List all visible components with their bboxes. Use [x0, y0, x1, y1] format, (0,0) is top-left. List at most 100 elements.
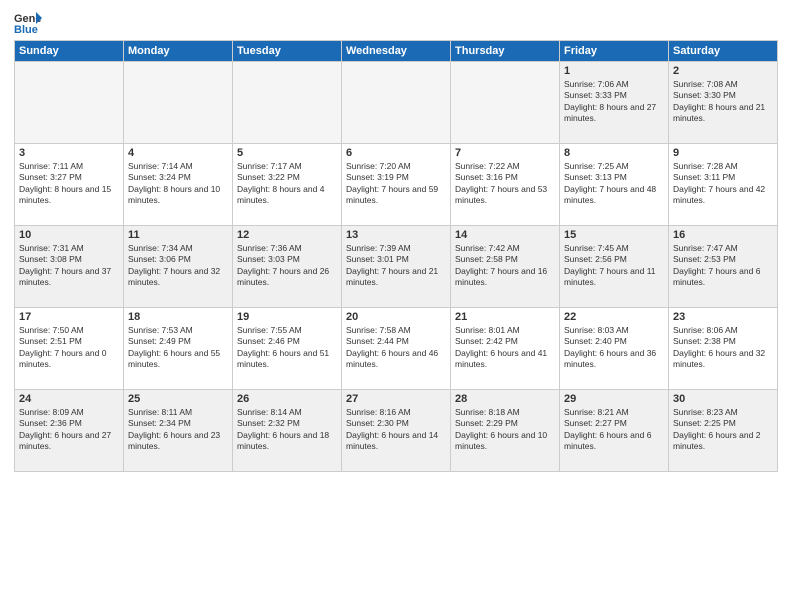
- calendar-cell: 13 Sunrise: 7:39 AM Sunset: 3:01 PM Dayli…: [342, 226, 451, 308]
- weekday-header-row: SundayMondayTuesdayWednesdayThursdayFrid…: [15, 41, 778, 62]
- page: General Blue SundayMondayTuesdayWednesda…: [0, 0, 792, 612]
- day-number: 24: [19, 393, 119, 405]
- day-info: Sunrise: 8:16 AM Sunset: 2:30 PM Dayligh…: [346, 407, 446, 453]
- day-info: Sunrise: 8:11 AM Sunset: 2:34 PM Dayligh…: [128, 407, 228, 453]
- week-row: 17 Sunrise: 7:50 AM Sunset: 2:51 PM Dayli…: [15, 308, 778, 390]
- day-number: 27: [346, 393, 446, 405]
- week-row: 3 Sunrise: 7:11 AM Sunset: 3:27 PM Daylig…: [15, 144, 778, 226]
- day-number: 8: [564, 147, 664, 159]
- day-number: 11: [128, 229, 228, 241]
- calendar-cell: 5 Sunrise: 7:17 AM Sunset: 3:22 PM Daylig…: [233, 144, 342, 226]
- header: General Blue: [14, 10, 778, 34]
- calendar-cell: 27 Sunrise: 8:16 AM Sunset: 2:30 PM Dayli…: [342, 390, 451, 472]
- day-info: Sunrise: 8:14 AM Sunset: 2:32 PM Dayligh…: [237, 407, 337, 453]
- weekday-header: Friday: [560, 41, 669, 62]
- day-number: 20: [346, 311, 446, 323]
- calendar-cell: 16 Sunrise: 7:47 AM Sunset: 2:53 PM Dayli…: [669, 226, 778, 308]
- calendar-cell: 2Sunrise: 7:08 AM Sunset: 3:30 PM Daylig…: [669, 62, 778, 144]
- calendar-cell: 11 Sunrise: 7:34 AM Sunset: 3:06 PM Dayli…: [124, 226, 233, 308]
- day-info: Sunrise: 8:09 AM Sunset: 2:36 PM Dayligh…: [19, 407, 119, 453]
- day-number: 9: [673, 147, 773, 159]
- day-info: Sunrise: 7:28 AM Sunset: 3:11 PM Dayligh…: [673, 161, 773, 207]
- day-info: Sunrise: 7:20 AM Sunset: 3:19 PM Dayligh…: [346, 161, 446, 207]
- calendar-cell: 30 Sunrise: 8:23 AM Sunset: 2:25 PM Dayli…: [669, 390, 778, 472]
- logo-icon: General Blue: [14, 10, 42, 34]
- calendar-cell: 1 Sunrise: 7:06 AM Sunset: 3:33 PM Daylig…: [560, 62, 669, 144]
- day-info: Sunrise: 7:17 AM Sunset: 3:22 PM Dayligh…: [237, 161, 337, 207]
- day-number: 29: [564, 393, 664, 405]
- calendar-cell: 4 Sunrise: 7:14 AM Sunset: 3:24 PM Daylig…: [124, 144, 233, 226]
- day-info: Sunrise: 8:23 AM Sunset: 2:25 PM Dayligh…: [673, 407, 773, 453]
- day-info: Sunrise: 8:18 AM Sunset: 2:29 PM Dayligh…: [455, 407, 555, 453]
- day-number: 1: [564, 65, 664, 77]
- calendar-cell: 14Sunrise: 7:42 AM Sunset: 2:58 PM Dayli…: [451, 226, 560, 308]
- calendar-cell: 19Sunrise: 7:55 AM Sunset: 2:46 PM Dayli…: [233, 308, 342, 390]
- calendar-cell: [15, 62, 124, 144]
- calendar-cell: 22Sunrise: 8:03 AM Sunset: 2:40 PM Dayli…: [560, 308, 669, 390]
- day-info: Sunrise: 8:06 AM Sunset: 2:38 PM Dayligh…: [673, 325, 773, 371]
- logo: General Blue: [14, 10, 42, 34]
- day-info: Sunrise: 7:36 AM Sunset: 3:03 PM Dayligh…: [237, 243, 337, 289]
- calendar-cell: 9 Sunrise: 7:28 AM Sunset: 3:11 PM Daylig…: [669, 144, 778, 226]
- day-number: 25: [128, 393, 228, 405]
- day-number: 4: [128, 147, 228, 159]
- calendar-cell: 25 Sunrise: 8:11 AM Sunset: 2:34 PM Dayli…: [124, 390, 233, 472]
- day-info: Sunrise: 7:55 AM Sunset: 2:46 PM Dayligh…: [237, 325, 337, 371]
- day-number: 5: [237, 147, 337, 159]
- week-row: 10Sunrise: 7:31 AM Sunset: 3:08 PM Dayli…: [15, 226, 778, 308]
- calendar-cell: 12 Sunrise: 7:36 AM Sunset: 3:03 PM Dayli…: [233, 226, 342, 308]
- day-info: Sunrise: 7:06 AM Sunset: 3:33 PM Dayligh…: [564, 79, 664, 125]
- day-number: 15: [564, 229, 664, 241]
- day-info: Sunrise: 7:39 AM Sunset: 3:01 PM Dayligh…: [346, 243, 446, 289]
- day-info: Sunrise: 7:22 AM Sunset: 3:16 PM Dayligh…: [455, 161, 555, 207]
- day-number: 7: [455, 147, 555, 159]
- calendar-cell: 6 Sunrise: 7:20 AM Sunset: 3:19 PM Daylig…: [342, 144, 451, 226]
- calendar-cell: 17 Sunrise: 7:50 AM Sunset: 2:51 PM Dayli…: [15, 308, 124, 390]
- day-number: 10: [19, 229, 119, 241]
- day-info: Sunrise: 7:08 AM Sunset: 3:30 PM Dayligh…: [673, 79, 773, 125]
- calendar-cell: [342, 62, 451, 144]
- day-info: Sunrise: 7:47 AM Sunset: 2:53 PM Dayligh…: [673, 243, 773, 289]
- calendar-cell: 26 Sunrise: 8:14 AM Sunset: 2:32 PM Dayli…: [233, 390, 342, 472]
- weekday-header: Wednesday: [342, 41, 451, 62]
- day-info: Sunrise: 8:03 AM Sunset: 2:40 PM Dayligh…: [564, 325, 664, 371]
- day-info: Sunrise: 7:34 AM Sunset: 3:06 PM Dayligh…: [128, 243, 228, 289]
- day-number: 23: [673, 311, 773, 323]
- calendar: SundayMondayTuesdayWednesdayThursdayFrid…: [14, 40, 778, 472]
- week-row: 1 Sunrise: 7:06 AM Sunset: 3:33 PM Daylig…: [15, 62, 778, 144]
- day-info: Sunrise: 7:58 AM Sunset: 2:44 PM Dayligh…: [346, 325, 446, 371]
- weekday-header: Saturday: [669, 41, 778, 62]
- day-number: 13: [346, 229, 446, 241]
- calendar-cell: [124, 62, 233, 144]
- calendar-cell: 8 Sunrise: 7:25 AM Sunset: 3:13 PM Daylig…: [560, 144, 669, 226]
- day-info: Sunrise: 8:01 AM Sunset: 2:42 PM Dayligh…: [455, 325, 555, 371]
- day-number: 21: [455, 311, 555, 323]
- day-info: Sunrise: 8:21 AM Sunset: 2:27 PM Dayligh…: [564, 407, 664, 453]
- calendar-cell: 24 Sunrise: 8:09 AM Sunset: 2:36 PM Dayli…: [15, 390, 124, 472]
- calendar-cell: 15Sunrise: 7:45 AM Sunset: 2:56 PM Dayli…: [560, 226, 669, 308]
- day-info: Sunrise: 7:11 AM Sunset: 3:27 PM Dayligh…: [19, 161, 119, 207]
- day-number: 18: [128, 311, 228, 323]
- calendar-cell: 20 Sunrise: 7:58 AM Sunset: 2:44 PM Dayli…: [342, 308, 451, 390]
- week-row: 24 Sunrise: 8:09 AM Sunset: 2:36 PM Dayli…: [15, 390, 778, 472]
- calendar-cell: 29 Sunrise: 8:21 AM Sunset: 2:27 PM Dayli…: [560, 390, 669, 472]
- day-number: 30: [673, 393, 773, 405]
- day-number: 28: [455, 393, 555, 405]
- weekday-header: Tuesday: [233, 41, 342, 62]
- day-number: 26: [237, 393, 337, 405]
- day-number: 16: [673, 229, 773, 241]
- calendar-cell: 7 Sunrise: 7:22 AM Sunset: 3:16 PM Daylig…: [451, 144, 560, 226]
- calendar-cell: 21 Sunrise: 8:01 AM Sunset: 2:42 PM Dayli…: [451, 308, 560, 390]
- day-number: 17: [19, 311, 119, 323]
- weekday-header: Sunday: [15, 41, 124, 62]
- day-info: Sunrise: 7:50 AM Sunset: 2:51 PM Dayligh…: [19, 325, 119, 371]
- day-number: 12: [237, 229, 337, 241]
- day-number: 14: [455, 229, 555, 241]
- weekday-header: Monday: [124, 41, 233, 62]
- calendar-cell: 10Sunrise: 7:31 AM Sunset: 3:08 PM Dayli…: [15, 226, 124, 308]
- weekday-header: Thursday: [451, 41, 560, 62]
- day-info: Sunrise: 7:14 AM Sunset: 3:24 PM Dayligh…: [128, 161, 228, 207]
- day-number: 6: [346, 147, 446, 159]
- day-number: 3: [19, 147, 119, 159]
- day-info: Sunrise: 7:25 AM Sunset: 3:13 PM Dayligh…: [564, 161, 664, 207]
